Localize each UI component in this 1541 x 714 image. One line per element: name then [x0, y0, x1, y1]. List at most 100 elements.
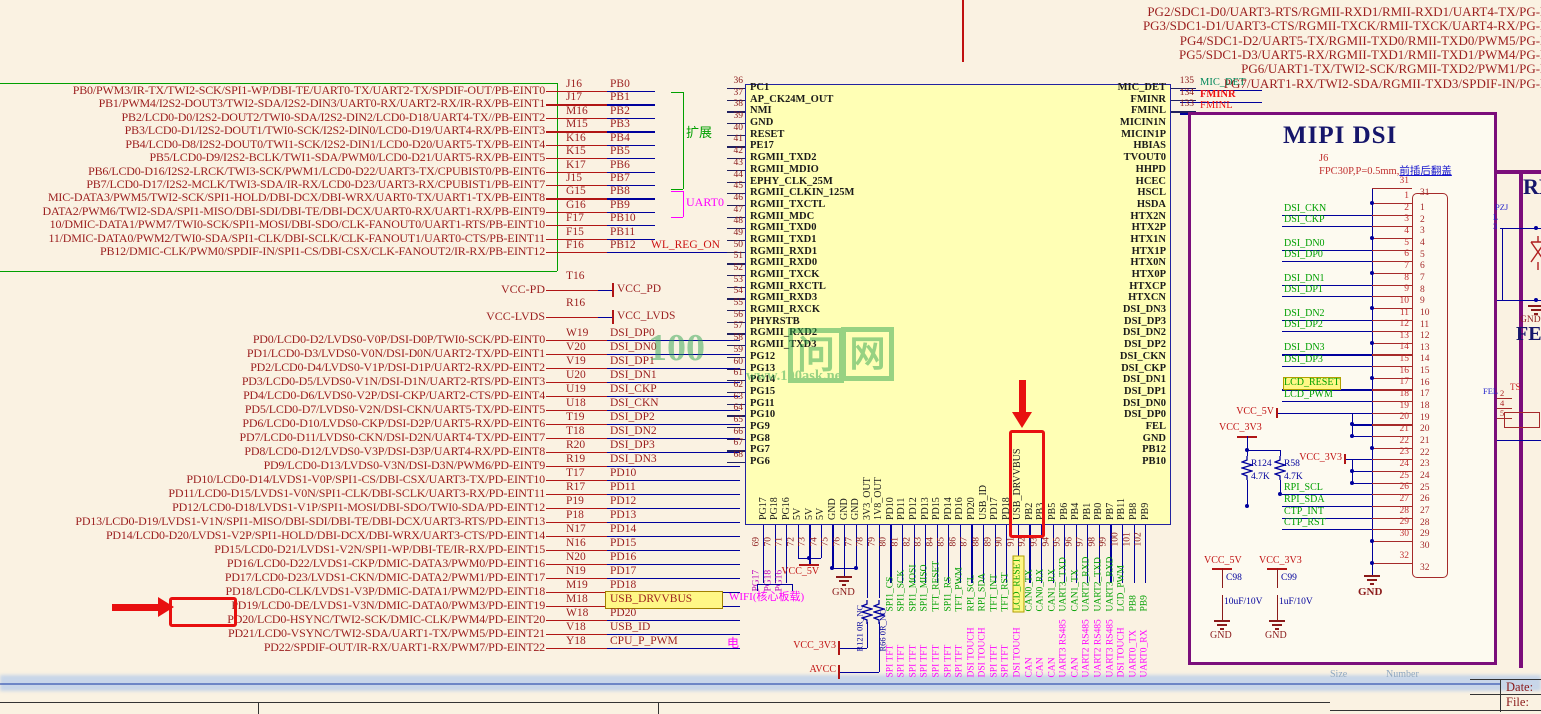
chip-pin-number: 90 — [996, 537, 1006, 547]
connector-pin-number-inner: 8 — [1420, 286, 1425, 296]
chip-pin-name: GND — [750, 117, 773, 128]
bottom-net-label: UART2_RXD — [1083, 556, 1093, 611]
wire-segment — [1276, 413, 1372, 414]
connector-pin-number: 31 — [1400, 177, 1410, 187]
chip-pin-name: DSI_DP0 — [1124, 409, 1166, 420]
connector-pin-number: 32 — [1400, 552, 1410, 562]
connector-description: FPC30P,P=0.5mm,前插后翻盖 — [1319, 166, 1452, 177]
bracket — [671, 191, 683, 192]
chip-pin-name: RESET — [750, 129, 784, 140]
category-label: SPI TFT — [909, 644, 919, 677]
left-function-line: PB12/DMIC-CLK/PWM0/SPDIF-IN/SPI1-CS/DBI-… — [100, 245, 545, 258]
net-label: PB7 — [610, 172, 630, 184]
title-block-line — [1330, 710, 1541, 711]
left-function-line: PD6/LCD0-D10/LVDS0-CKP/DSI-D2P/UART5-RX/… — [242, 417, 545, 430]
wire-segment — [844, 568, 845, 576]
junction-dot — [1350, 481, 1354, 485]
pg-function-line: PG5/SDC1-D3/UART5-RX/RGMII-TXD1/RMII-TXD… — [1179, 48, 1541, 62]
mipi-net-label: DSI_DP0 — [1284, 250, 1323, 261]
chip-pin-number: 68 — [734, 451, 744, 461]
chip-pin-number: 82 — [903, 537, 913, 547]
bottom-net-label: PB9 — [1141, 595, 1151, 611]
capacitor-ref: C99 — [1281, 574, 1297, 584]
wire-segment — [867, 622, 868, 648]
category-label: UART3 RS485 — [1106, 619, 1116, 677]
chip-pin-name: DSI_CKN — [1120, 351, 1166, 362]
chip-pin-name: PG10 — [750, 409, 775, 420]
net-label: PB11 — [610, 226, 635, 238]
chip-pin-name: RGMII_RXD0 — [750, 257, 817, 268]
net-label: FMINL — [1200, 100, 1233, 111]
chip-pin-name: PD15 — [932, 497, 942, 520]
chip-pin-number: 40 — [734, 124, 744, 134]
chip-pin-name: PD17 — [990, 497, 1000, 520]
gnd-symbol — [1214, 620, 1230, 622]
capacitor-value: 10uF/10V — [1224, 598, 1263, 608]
chip-pin-name: PG18 — [770, 497, 780, 520]
chip-pin-name: 5V — [805, 508, 815, 520]
power-port-bar — [1276, 408, 1278, 418]
ball-label: R19 — [566, 453, 585, 465]
power-text-fragment: 电 — [727, 637, 739, 650]
gnd-label: GND — [1265, 631, 1287, 642]
chip-pin-name: PB11 — [1117, 498, 1127, 520]
junction-dot — [1350, 434, 1354, 438]
ball-label: U18 — [566, 397, 586, 409]
chip-pin-number: 53 — [734, 276, 744, 286]
chip-pin-number: 4 — [1500, 399, 1504, 408]
chip-pin-number: 85 — [938, 537, 948, 547]
ball-label: Y18 — [566, 635, 586, 647]
power-port-bar — [612, 283, 614, 297]
gnd-symbol — [839, 580, 849, 582]
chip-pin-name: USB_ID — [979, 485, 989, 520]
chip-pin-number: 87 — [961, 537, 971, 547]
chip-pin-number: 100 — [1111, 532, 1121, 546]
net-label: DSI_DP0 — [610, 327, 655, 339]
connector-pin-number-inner: 25 — [1420, 484, 1430, 494]
chip-pin-number: 59 — [734, 346, 744, 356]
mipi-net-label: DSI_DP2 — [1284, 320, 1323, 331]
connector-pin-number: 5 — [1404, 239, 1409, 249]
chip-pin-name: RGMII_RXD1 — [750, 246, 817, 257]
wire-segment — [607, 252, 740, 253]
chip-pin-number: 84 — [926, 537, 936, 547]
chip-pin-name: RGMII_TXD3 — [750, 339, 817, 350]
chip-pin-name: FMINR — [1130, 94, 1166, 105]
connector-pin-number-inner: 10 — [1420, 309, 1430, 319]
wire-segment — [598, 317, 612, 318]
tvs-diode — [1528, 236, 1541, 270]
chip-pin-name: PG6 — [750, 456, 770, 467]
chip-pin-number: 134 — [1180, 89, 1194, 99]
left-function-line: VCC-LVDS — [486, 310, 545, 323]
connector-pin-number-inner: 7 — [1420, 274, 1425, 284]
ball-label: U20 — [566, 369, 586, 381]
ball-label: W18 — [566, 607, 588, 619]
bottom-net-label: SPI1_MISO — [921, 564, 931, 611]
junction-dot — [1350, 469, 1354, 473]
left-function-line: PD8/LCD0-D12/LVDS0-V3P/DSI-D3P/UART4-RX/… — [244, 445, 545, 458]
connector-pin-number: 11 — [1400, 309, 1409, 319]
bottom-net-label: SPI1_RS — [944, 576, 954, 611]
component-box-fragment — [1504, 412, 1540, 428]
ball-label: M18 — [566, 593, 588, 605]
category-label: UART2 RS485 — [1095, 619, 1105, 677]
bottom-net-label: TFT_PWM — [956, 567, 966, 611]
right-net-label-fel: FEL — [1483, 387, 1498, 396]
ball-label: V18 — [566, 621, 586, 633]
mipi-net-label: DSI_DN1 — [1284, 274, 1325, 285]
chip-pin-name: RGMII_TXD0 — [750, 222, 817, 233]
ball-label: N16 — [566, 537, 586, 549]
chip-pin-name: PE17 — [750, 140, 774, 151]
net-label: PB2 — [610, 105, 630, 117]
chip-pin-number: 75 — [822, 537, 832, 547]
gnd-symbol — [1272, 624, 1282, 626]
bottom-net-label: UART3_RXD — [1106, 556, 1116, 611]
chip-pin-name: PG13 — [750, 363, 775, 374]
chip-pin-number: 74 — [810, 537, 820, 547]
chip-pin-name: PG7 — [750, 444, 770, 455]
chip-pin-name: PD14 — [944, 497, 954, 520]
connector-pin-number-inner: 32 — [1420, 564, 1430, 574]
title-block-line — [0, 702, 1330, 703]
net-label: USB_ID — [610, 621, 650, 633]
connector-pin-number: 27 — [1400, 495, 1410, 505]
